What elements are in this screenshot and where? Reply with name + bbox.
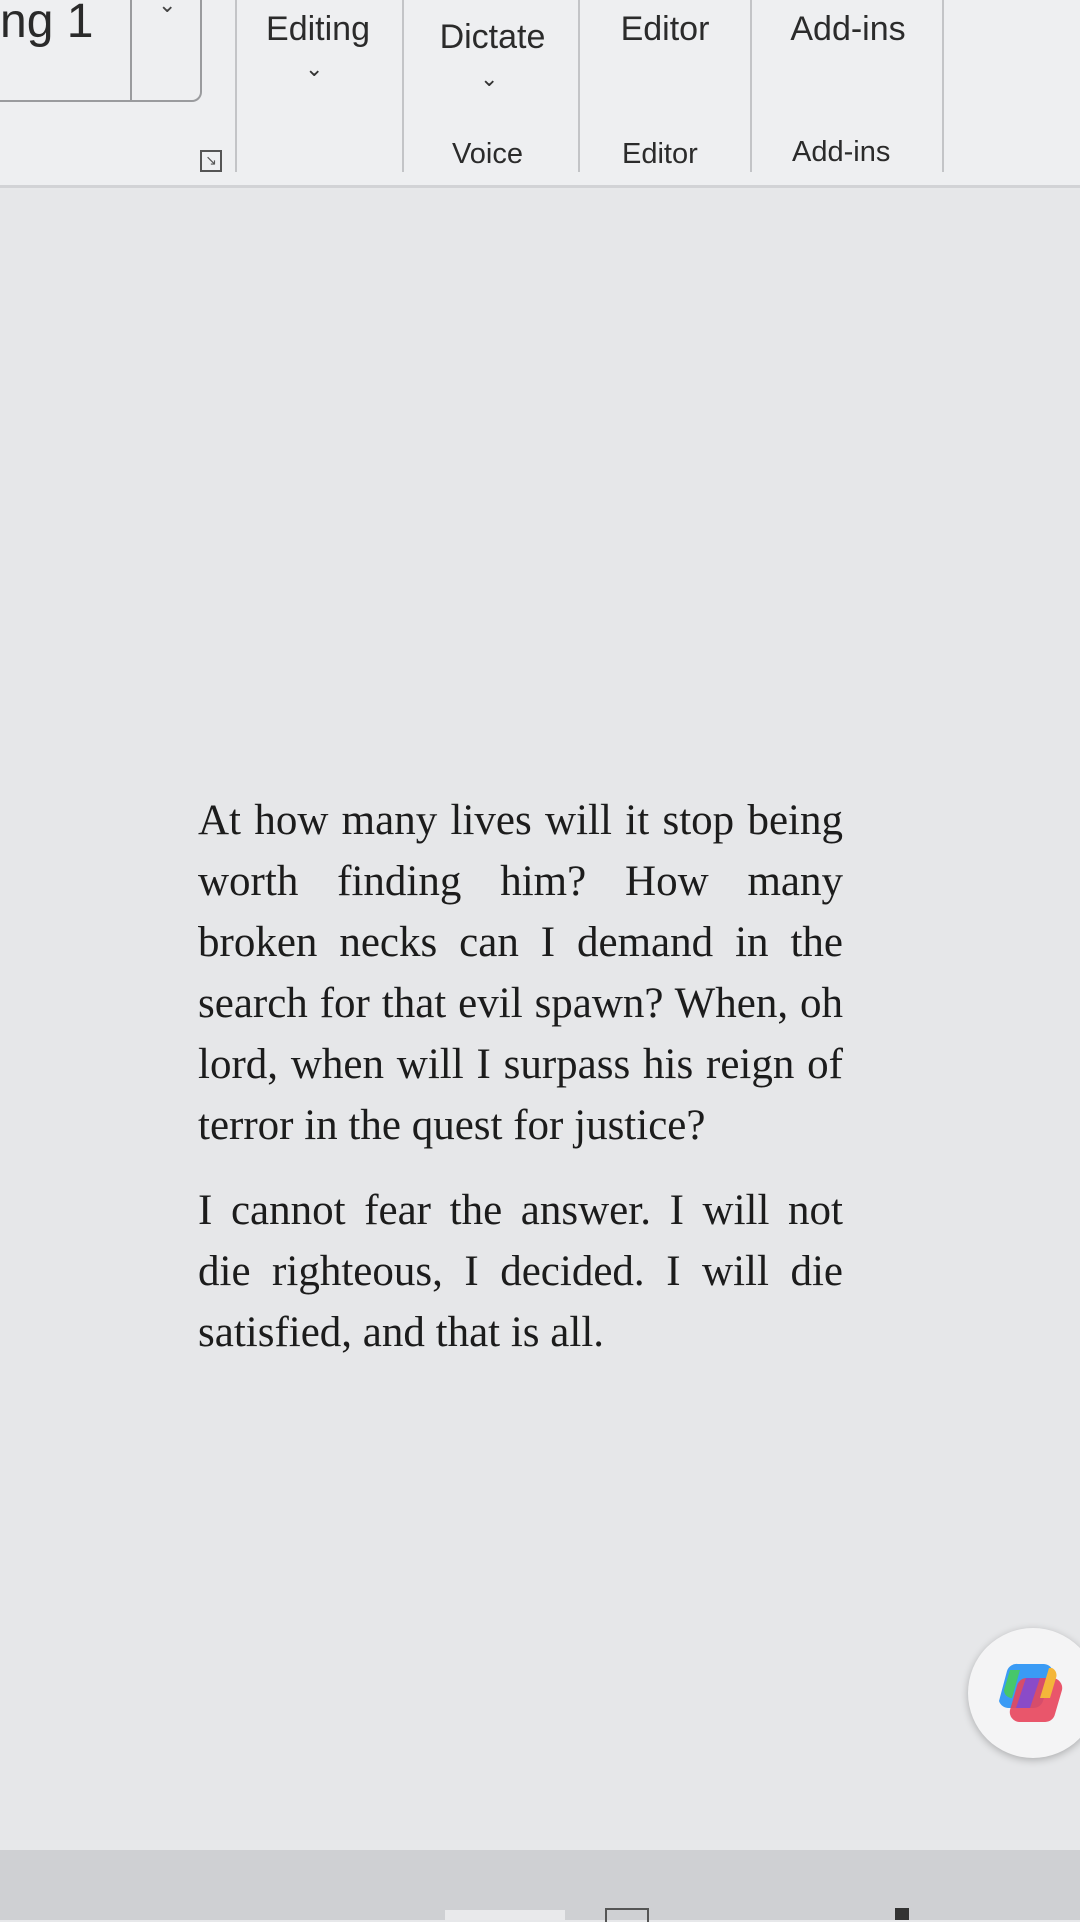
- styles-gallery-scroll-button[interactable]: ⌄: [130, 0, 204, 100]
- paragraph[interactable]: At how many lives will it stop being wor…: [198, 790, 843, 1156]
- editor-group-label: Editor: [622, 138, 698, 170]
- ribbon-separator: [750, 0, 752, 172]
- paragraph[interactable]: I cannot fear the answer. I will not die…: [198, 1180, 843, 1363]
- style-heading-1-fragment[interactable]: ng 1: [0, 0, 93, 49]
- ribbon-separator: [235, 0, 237, 172]
- ribbon: ng 1 ⌄ ↘ Editing ⌄ Dictate ⌄ Voice Edito…: [0, 0, 1080, 188]
- taskbar: [0, 1850, 1080, 1922]
- copilot-icon: [999, 1663, 1063, 1723]
- document-body[interactable]: At how many lives will it stop being wor…: [198, 790, 843, 1387]
- add-ins-button[interactable]: Add-ins: [778, 10, 918, 49]
- document-page[interactable]: At how many lives will it stop being wor…: [0, 190, 1080, 1840]
- chevron-down-icon: ⌄: [305, 56, 324, 81]
- ribbon-separator: [942, 0, 944, 172]
- taskbar-item[interactable]: [895, 1908, 909, 1920]
- taskbar-item[interactable]: [445, 1910, 565, 1920]
- chevron-down-icon: ⌄: [480, 66, 499, 91]
- styles-dialog-launcher-icon[interactable]: ↘: [200, 150, 222, 172]
- dictate-button[interactable]: Dictate: [430, 18, 555, 57]
- add-ins-group-label: Add-ins: [792, 136, 891, 168]
- ribbon-separator: [402, 0, 404, 172]
- ribbon-separator: [578, 0, 580, 172]
- editing-button[interactable]: Editing: [258, 10, 378, 49]
- chevron-down-icon: ⌄: [158, 0, 177, 17]
- voice-group-label: Voice: [452, 138, 523, 170]
- editor-button[interactable]: Editor: [610, 10, 720, 49]
